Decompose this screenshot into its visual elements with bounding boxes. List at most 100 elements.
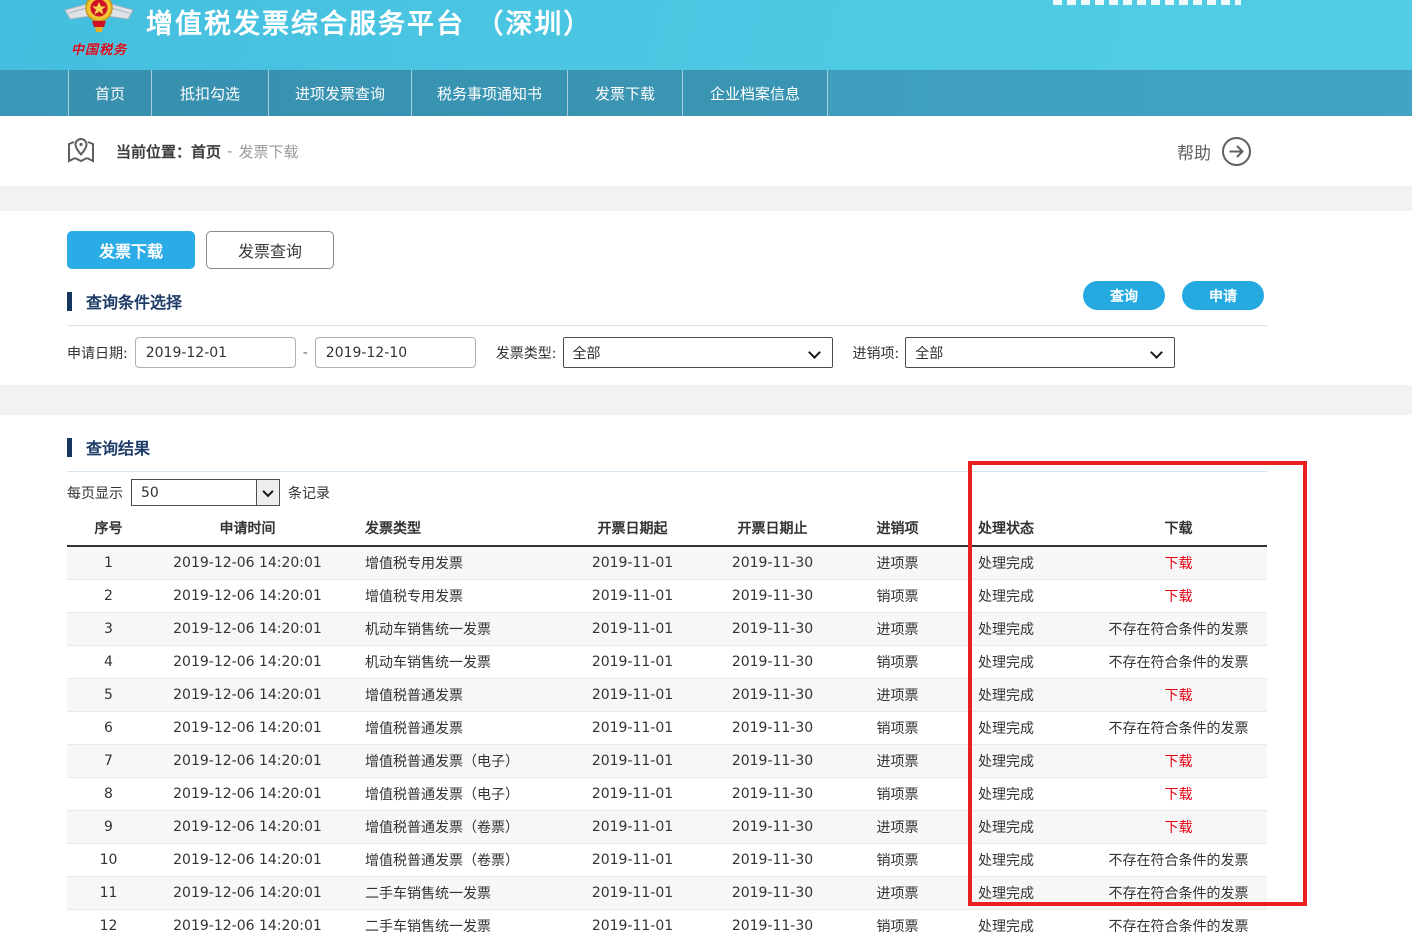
invoice-type-value: 全部 [573, 343, 601, 363]
page-title: 增值税发票综合服务平台 （深圳） [146, 2, 592, 41]
table-cell: 处理完成 [960, 810, 1090, 843]
download-link[interactable]: 下载 [1090, 777, 1267, 810]
apply-button[interactable]: 申请 [1182, 281, 1264, 310]
table-cell: 2019-11-30 [710, 810, 835, 843]
table-cell: 2019-12-06 14:20:01 [150, 546, 345, 579]
date-to-input[interactable] [315, 337, 476, 368]
table-cell: 6 [67, 711, 150, 744]
table-cell: 机动车销售统一发票 [345, 612, 555, 645]
no-invoice-text: 不存在符合条件的发票 [1090, 909, 1267, 935]
table-cell: 处理完成 [960, 546, 1090, 579]
table-cell: 处理完成 [960, 744, 1090, 777]
breadcrumb-home-link[interactable]: 首页 [191, 143, 221, 161]
chevron-down-icon [808, 346, 821, 359]
download-link[interactable]: 下载 [1090, 579, 1267, 612]
col-header-apply-time: 申请时间 [150, 510, 345, 546]
table-cell: 2019-12-06 14:20:01 [150, 777, 345, 810]
download-link[interactable]: 下载 [1090, 810, 1267, 843]
table-cell: 增值税普通发票 [345, 711, 555, 744]
table-cell: 2019-11-30 [710, 579, 835, 612]
nav-item-home[interactable]: 首页 [68, 70, 151, 116]
query-form-row: 申请日期: - 发票类型: 全部 进销项: 全部 [67, 337, 1267, 368]
table-cell: 进项票 [835, 546, 960, 579]
breadcrumb-bar: 当前位置：首页 - 发票下载 帮助 [0, 116, 1412, 186]
col-header-date-from: 开票日期起 [555, 510, 710, 546]
table-cell: 12 [67, 909, 150, 935]
page-size-select[interactable]: 50 [131, 479, 280, 506]
page-size-prefix: 每页显示 [67, 483, 123, 503]
nav-item-input-invoice-query[interactable]: 进项发票查询 [268, 70, 411, 116]
invoice-type-select[interactable]: 全部 [563, 337, 833, 368]
app-header: 中国税务 增值税发票综合服务平台 （深圳） [0, 0, 1412, 70]
nav-item-company-archive[interactable]: 企业档案信息 [682, 70, 828, 116]
table-cell: 进项票 [835, 612, 960, 645]
page-size-value: 50 [141, 485, 159, 501]
table-cell: 处理完成 [960, 612, 1090, 645]
section-accent-bar [67, 438, 72, 457]
table-row: 62019-12-06 14:20:01增值税普通发票2019-11-01201… [67, 711, 1267, 744]
table-cell: 处理完成 [960, 678, 1090, 711]
table-cell: 销项票 [835, 777, 960, 810]
table-cell: 销项票 [835, 645, 960, 678]
date-range-dash: - [303, 345, 308, 361]
divider-strip [0, 186, 1412, 211]
chevron-down-icon [1150, 346, 1163, 359]
divider-strip [0, 385, 1412, 415]
table-cell: 销项票 [835, 843, 960, 876]
help-label: 帮助 [1177, 139, 1211, 164]
no-invoice-text: 不存在符合条件的发票 [1090, 612, 1267, 645]
table-cell: 2019-11-30 [710, 744, 835, 777]
download-link[interactable]: 下载 [1090, 744, 1267, 777]
breadcrumb-separator: - [227, 142, 232, 160]
table-cell: 2019-12-06 14:20:01 [150, 678, 345, 711]
table-cell: 增值税专用发票 [345, 579, 555, 612]
table-cell: 2019-11-30 [710, 546, 835, 579]
nav-item-tax-notice[interactable]: 税务事项通知书 [411, 70, 567, 116]
action-buttons: 查询 申请 [1083, 281, 1264, 310]
direction-label: 进销项: [853, 343, 900, 363]
download-link[interactable]: 下载 [1090, 546, 1267, 579]
tab-invoice-query[interactable]: 发票查询 [206, 231, 334, 269]
no-invoice-text: 不存在符合条件的发票 [1090, 876, 1267, 909]
table-cell: 2019-11-01 [555, 810, 710, 843]
table-cell: 2019-11-01 [555, 876, 710, 909]
table-cell: 2019-11-01 [555, 546, 710, 579]
results-header: 查询结果 [67, 436, 1267, 458]
tab-invoice-download[interactable]: 发票下载 [67, 231, 195, 269]
query-button[interactable]: 查询 [1083, 281, 1165, 310]
table-cell: 2019-11-30 [710, 645, 835, 678]
table-row: 12019-12-06 14:20:01增值税专用发票2019-11-01201… [67, 546, 1267, 579]
table-cell: 进项票 [835, 876, 960, 909]
table-cell: 处理完成 [960, 645, 1090, 678]
query-condition-title: 查询条件选择 [86, 289, 182, 313]
col-header-no: 序号 [67, 510, 150, 546]
download-link[interactable]: 下载 [1090, 678, 1267, 711]
table-row: 122019-12-06 14:20:01二手车销售统一发票2019-11-01… [67, 909, 1267, 935]
table-cell: 2019-11-30 [710, 711, 835, 744]
nav-item-deduction-check[interactable]: 抵扣勾选 [151, 70, 268, 116]
view-tabs: 发票下载 发票查询 [67, 211, 1267, 269]
apply-date-label: 申请日期: [67, 343, 128, 363]
nav-item-invoice-download[interactable]: 发票下载 [567, 70, 682, 116]
no-invoice-text: 不存在符合条件的发票 [1090, 645, 1267, 678]
table-cell: 处理完成 [960, 777, 1090, 810]
direction-value: 全部 [915, 343, 943, 363]
date-from-input[interactable] [135, 337, 296, 368]
breadcrumb-current: 发票下载 [238, 141, 298, 162]
table-cell: 2019-12-06 14:20:01 [150, 645, 345, 678]
page-root: 中国税务 增值税发票综合服务平台 （深圳） 首页 抵扣勾选 进项发票查询 税务事… [0, 0, 1412, 935]
table-cell: 2019-12-06 14:20:01 [150, 744, 345, 777]
table-row: 102019-12-06 14:20:01增值税普通发票（卷票）2019-11-… [67, 843, 1267, 876]
table-cell: 处理完成 [960, 876, 1090, 909]
table-cell: 2019-12-06 14:20:01 [150, 909, 345, 935]
help-button[interactable]: 帮助 [1177, 136, 1252, 167]
table-cell: 增值税普通发票 [345, 678, 555, 711]
direction-select[interactable]: 全部 [905, 337, 1175, 368]
section-accent-bar [67, 292, 72, 311]
table-cell: 进项票 [835, 810, 960, 843]
table-cell: 2019-11-01 [555, 744, 710, 777]
table-cell: 进项票 [835, 744, 960, 777]
main-nav: 首页 抵扣勾选 进项发票查询 税务事项通知书 发票下载 企业档案信息 [0, 70, 1412, 116]
table-cell: 2019-12-06 14:20:01 [150, 579, 345, 612]
table-cell: 2019-12-06 14:20:01 [150, 711, 345, 744]
